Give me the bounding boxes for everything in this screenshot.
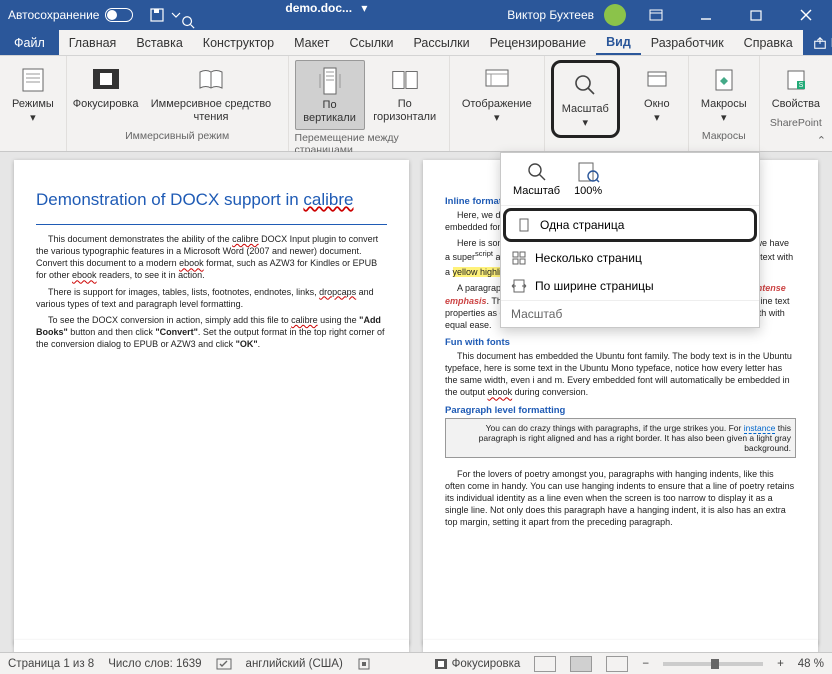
svg-text:S: S	[799, 82, 804, 89]
autosave-toggle[interactable]: Автосохранение	[0, 8, 141, 22]
doc-p2: There is support for images, tables, lis…	[36, 286, 387, 310]
doc-r4: This document has embedded the Ubuntu fo…	[445, 350, 796, 399]
zoom-page-width[interactable]: По ширине страницы	[501, 272, 759, 300]
doc-r6: For the lovers of poetry amongst you, pa…	[445, 468, 796, 529]
book-icon	[195, 64, 227, 96]
horizontal-pages-icon	[389, 64, 421, 96]
undo-dropdown-icon[interactable]	[171, 10, 181, 20]
maximize-icon[interactable]	[736, 0, 776, 30]
zoom-multi-page[interactable]: Несколько страниц	[501, 244, 759, 272]
zoom-menu-zoom[interactable]: Масштаб	[513, 161, 560, 197]
status-words[interactable]: Число слов: 1639	[108, 658, 201, 670]
doc-title: Demonstration of DOCX support in calibre	[36, 190, 387, 210]
chevron-down-icon: ▾	[721, 111, 727, 124]
group-sharepoint-label: SharePoint	[770, 117, 822, 131]
ribbon-tabs: Файл Главная Вставка Конструктор Макет С…	[0, 30, 832, 56]
chevron-down-icon: ▾	[583, 116, 589, 129]
toggle-switch-icon[interactable]	[105, 8, 133, 22]
view-web-icon[interactable]	[606, 656, 628, 672]
macros-icon	[708, 64, 740, 96]
window-button[interactable]: Окно ▾	[632, 60, 682, 128]
status-lang[interactable]: английский (США)	[246, 658, 343, 670]
avatar[interactable]	[604, 4, 626, 26]
doc-p1: This document demonstrates the ability o…	[36, 233, 387, 282]
group-immersive-label: Иммерсивный режим	[125, 130, 229, 144]
horizontal-pages-button[interactable]: По горизонтали	[367, 60, 443, 130]
immersive-reader-button[interactable]: Иммерсивное средство чтения	[140, 60, 281, 128]
tab-references[interactable]: Ссылки	[339, 30, 403, 55]
properties-icon: S	[780, 64, 812, 96]
tab-design[interactable]: Конструктор	[193, 30, 284, 55]
status-bar: Страница 1 из 8 Число слов: 1639 английс…	[0, 652, 832, 674]
zoom-icon	[569, 69, 601, 101]
chevron-down-icon: ▾	[654, 111, 660, 124]
user-name[interactable]: Виктор Бухтеев	[507, 8, 594, 22]
search-icon[interactable]	[181, 15, 501, 29]
status-page[interactable]: Страница 1 из 8	[8, 658, 94, 670]
properties-button[interactable]: S Свойства	[766, 60, 826, 115]
tab-mailings[interactable]: Рассылки	[403, 30, 479, 55]
display-icon	[481, 64, 513, 96]
view-print-icon[interactable]	[570, 656, 592, 672]
spellcheck-icon[interactable]	[216, 657, 232, 671]
tab-review[interactable]: Рецензирование	[480, 30, 597, 55]
page-1[interactable]: Demonstration of DOCX support in calibre…	[14, 160, 409, 644]
next-pages-peek	[14, 640, 818, 652]
file-name[interactable]: demo.doc...	[285, 1, 352, 15]
section-para: Paragraph level formatting	[445, 405, 796, 416]
display-button[interactable]: Отображение ▾	[456, 60, 538, 128]
zoom-menu-100[interactable]: 100%	[574, 161, 602, 197]
autosave-label: Автосохранение	[8, 8, 99, 22]
zoom-popup-footer: Масштаб	[501, 300, 759, 327]
status-zoom[interactable]: 48 %	[798, 658, 824, 670]
title-center: demo.doc... ▾	[181, 1, 501, 29]
tab-layout[interactable]: Макет	[284, 30, 339, 55]
focus-icon	[90, 64, 122, 96]
macro-record-icon[interactable]	[357, 657, 371, 671]
title-bar: Автосохранение demo.doc... ▾ Виктор Бухт…	[0, 0, 832, 30]
minimize-icon[interactable]	[686, 0, 726, 30]
section-fonts: Fun with fonts	[445, 337, 796, 348]
macros-button[interactable]: Макросы ▾	[695, 60, 753, 128]
zoom-button[interactable]: Масштаб ▾	[551, 60, 620, 138]
tab-developer[interactable]: Разработчик	[641, 30, 734, 55]
views-button[interactable]: Режимы ▾	[6, 60, 60, 128]
group-macros-label: Макросы	[702, 130, 746, 144]
ribbon: Режимы ▾ Фокусировка Иммерсивное средств…	[0, 56, 832, 152]
zoom-slider[interactable]	[663, 662, 763, 666]
file-dropdown-icon[interactable]: ▾	[361, 1, 367, 15]
focus-mode-status[interactable]: Фокусировка	[434, 658, 521, 670]
zoom-dropdown-popup: Масштаб 100% Одна страница Несколько стр…	[500, 152, 760, 328]
tab-file[interactable]: Файл	[0, 30, 59, 55]
chevron-down-icon: ▾	[494, 111, 500, 124]
collapse-ribbon-icon[interactable]: ⌃	[817, 134, 826, 147]
tab-insert[interactable]: Вставка	[126, 30, 192, 55]
vertical-pages-icon	[314, 65, 346, 97]
tab-home[interactable]: Главная	[59, 30, 127, 55]
window-icon	[641, 64, 673, 96]
view-read-icon[interactable]	[534, 656, 556, 672]
close-icon[interactable]	[786, 0, 826, 30]
share-button[interactable]: Поделиться	[803, 30, 832, 55]
zoom-out-icon[interactable]: −	[642, 658, 649, 670]
chevron-down-icon: ▾	[30, 111, 36, 124]
views-icon	[17, 64, 49, 96]
focus-mode-button[interactable]: Фокусировка	[73, 60, 139, 128]
zoom-in-icon[interactable]: +	[777, 658, 784, 670]
ribbon-display-options-icon[interactable]	[636, 0, 676, 30]
tab-view[interactable]: Вид	[596, 30, 641, 55]
doc-p3: To see the DOCX conversion in action, si…	[36, 314, 387, 350]
doc-r5: You can do crazy things with paragraphs,…	[445, 418, 796, 458]
tab-help[interactable]: Справка	[734, 30, 803, 55]
save-icon[interactable]	[149, 7, 165, 23]
vertical-pages-button[interactable]: По вертикали	[295, 60, 365, 130]
zoom-one-page[interactable]: Одна страница	[503, 208, 757, 242]
